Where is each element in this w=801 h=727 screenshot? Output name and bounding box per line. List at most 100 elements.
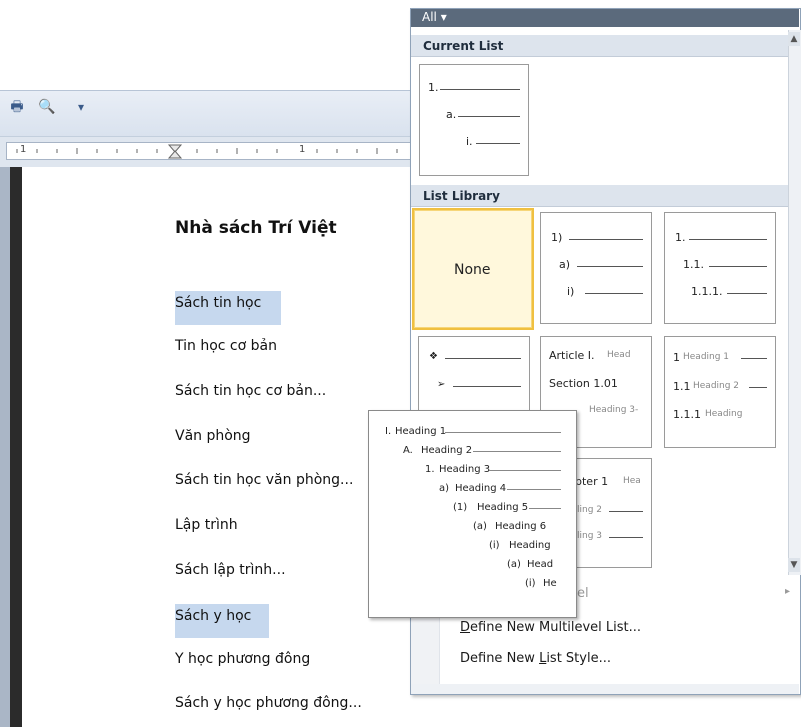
preview-label: Head (527, 559, 554, 570)
define-new-multilevel-list-menu-item[interactable]: Define New Multilevel List... (460, 620, 641, 635)
preview-num: 1. (425, 464, 435, 475)
tile-level-label: a. (446, 108, 457, 121)
tile-line (440, 89, 520, 90)
resize-grip[interactable] (411, 684, 799, 694)
arrow-bullet-icon: ➢ (437, 379, 446, 390)
document-line[interactable]: Sách y học (175, 604, 269, 638)
list-heading-numbering-tile[interactable]: 1 Heading 1 1.1 Heading 2 1.1.1 Heading (664, 336, 776, 448)
preview-line (473, 451, 561, 452)
tile-heading-text: Head (607, 350, 631, 360)
list-decimal-tile[interactable]: 1. 1.1. 1.1.1. (664, 212, 776, 324)
document-line[interactable]: Sách tin học văn phòng... (175, 472, 353, 488)
preview-label: He (543, 578, 557, 589)
tile-heading-text: Heading (705, 409, 743, 419)
document-line[interactable]: Văn phòng (175, 428, 251, 444)
tile-level-label: 1.1.1 (673, 408, 701, 421)
submenu-arrow-icon: ▸ (785, 586, 791, 597)
preview-num: (i) (525, 578, 536, 589)
preview-num: (a) (507, 559, 521, 570)
document-line[interactable]: Sách lập trình... (175, 562, 286, 578)
tile-level-label: 1 (673, 351, 680, 364)
tile-line (609, 511, 643, 512)
tile-heading-text: Heading 2 (693, 381, 740, 391)
tile-level-label: 1.1.1. (691, 285, 723, 298)
tile-line (585, 293, 643, 294)
tile-line (741, 358, 767, 359)
ruler-mark: 1 (20, 144, 27, 155)
list-none-tile[interactable]: None (412, 208, 534, 330)
scroll-up-icon[interactable]: ▲ (788, 32, 800, 46)
tile-heading-text: ling 3 (577, 531, 603, 541)
tile-line (476, 143, 520, 144)
menu-item-label: ist Style... (546, 651, 611, 666)
tile-level-label: pter 1 (575, 475, 609, 488)
document-line[interactable]: Tin học cơ bản (175, 338, 277, 354)
tile-level-label: 1.1. (683, 258, 704, 271)
quick-access-toolbar (0, 90, 420, 137)
ruler-ticks (16, 144, 398, 159)
tile-heading-text: Heading 1 (683, 352, 730, 362)
tile-line (749, 387, 767, 388)
list-preview-tooltip: I. Heading 1 A. Heading 2 1. Heading 3 a… (368, 410, 577, 618)
tile-level-label: Article I. (549, 349, 595, 362)
tile-level-label: 1. (675, 231, 686, 244)
tile-line (577, 266, 643, 267)
tile-level-label: i. (466, 135, 473, 148)
document-line[interactable]: Lập trình (175, 517, 238, 533)
print-icon[interactable]: 🖶 (8, 98, 26, 116)
document-page[interactable] (22, 167, 422, 727)
document-line[interactable]: Sách tin học (175, 291, 281, 325)
tile-line (453, 386, 521, 387)
gallery-filter-bar (411, 9, 799, 27)
document-line[interactable]: Sách tin học cơ bản... (175, 383, 326, 399)
document-margin-dark (10, 167, 22, 727)
tile-level-label: i) (567, 285, 575, 298)
tile-level-label: a) (559, 258, 571, 271)
diamond-bullet-icon: ❖ (429, 351, 438, 362)
tile-line (689, 239, 767, 240)
tile-line (458, 116, 520, 117)
list-library-header: List Library (411, 185, 788, 207)
preview-num: a) (439, 483, 450, 494)
tile-level-label: 1) (551, 231, 563, 244)
preview-label: Heading 3 (439, 464, 491, 475)
menu-item-label: efine New Multilevel List... (470, 620, 642, 635)
define-new-list-style-menu-item[interactable]: Define New List Style... (460, 651, 611, 666)
tile-heading-text: ling 2 (577, 505, 603, 515)
print-preview-icon[interactable]: 🔍 (38, 98, 56, 116)
preview-label: Heading (509, 540, 551, 551)
gallery-scrollbar[interactable] (788, 30, 801, 575)
tile-level-label: 1. (428, 81, 439, 94)
preview-line (489, 470, 561, 471)
customize-qat-dropdown-icon[interactable]: ▾ (72, 98, 90, 116)
tile-heading-text: Hea (623, 476, 641, 486)
preview-label: Heading 2 (421, 445, 473, 456)
preview-num: (i) (489, 540, 500, 551)
tile-line (609, 537, 643, 538)
document-line[interactable]: Y học phương đông (175, 651, 310, 667)
scroll-down-icon[interactable]: ▼ (788, 558, 800, 572)
preview-line (529, 508, 561, 509)
preview-num: I. (385, 426, 392, 437)
horizontal-ruler[interactable]: 1 1 (6, 142, 412, 160)
preview-num: A. (403, 445, 413, 456)
preview-num: (a) (473, 521, 487, 532)
current-list-header: Current List (411, 35, 788, 57)
menu-item-label: Define New (460, 651, 540, 666)
preview-label: Heading 5 (477, 502, 529, 513)
tile-line (727, 293, 767, 294)
preview-line (507, 489, 561, 490)
document-title[interactable]: Nhà sách Trí Việt (175, 218, 337, 238)
tile-level-label: 1.1 (673, 380, 691, 393)
tile-line (709, 266, 767, 267)
document-line[interactable]: Sách y học phương đông... (175, 695, 362, 711)
gallery-filter-dropdown[interactable]: All ▾ (422, 10, 447, 24)
preview-line (445, 432, 561, 433)
preview-label: Heading 1 (395, 426, 447, 437)
change-list-level-menu-item[interactable]: el (577, 586, 589, 601)
list-paren-tile[interactable]: 1) a) i) (540, 212, 652, 324)
current-list-tile[interactable]: 1. a. i. (419, 64, 529, 176)
tile-line (569, 239, 643, 240)
tile-heading-text: Heading 3- (589, 405, 639, 415)
none-label: None (454, 262, 491, 278)
